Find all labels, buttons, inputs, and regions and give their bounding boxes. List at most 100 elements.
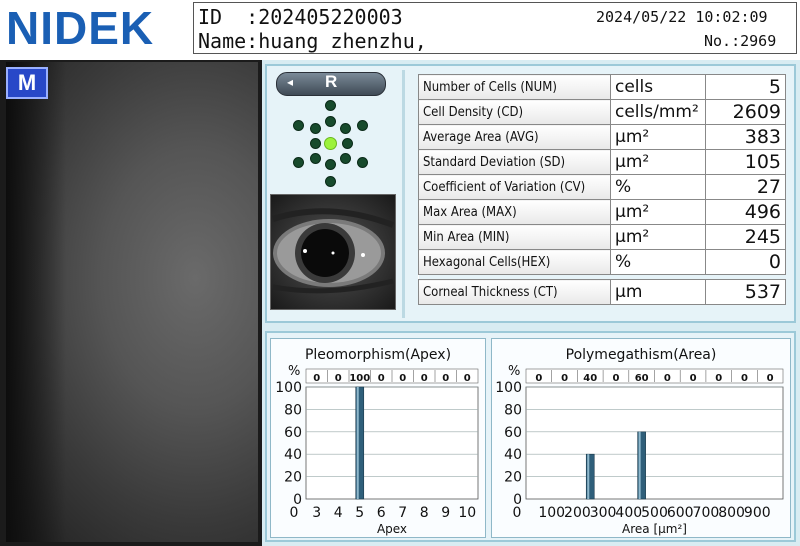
thickness-row-unit: µm <box>610 279 706 305</box>
top-value: 100 <box>349 373 370 384</box>
x-tick-label: 100 <box>538 505 565 521</box>
x-tick-label: 900 <box>744 505 771 521</box>
fixation-dot[interactable] <box>310 123 321 134</box>
stat-row-value: 105 <box>705 149 786 175</box>
stat-row-unit: µm² <box>610 124 706 150</box>
stat-row: Max Area (MAX) µm² 496 <box>418 199 786 225</box>
stat-row: Average Area (AVG) µm² 383 <box>418 124 786 150</box>
chart-title: Pleomorphism(Apex) <box>305 347 451 363</box>
top-value: 0 <box>442 373 449 384</box>
manual-mode-badge[interactable]: M <box>6 67 48 99</box>
stat-row-value: 383 <box>705 124 786 150</box>
polymegathism-chart-svg: Polymegathism(Area)%0204060801000 1002003… <box>495 347 784 536</box>
chart-title: Polymegathism(Area) <box>566 347 717 363</box>
stat-row-unit: cells/mm² <box>610 99 706 125</box>
thickness-row: Corneal Thickness (CT) µm 537 <box>418 279 786 305</box>
x-tick-label: 200 <box>564 505 591 521</box>
fixation-dot[interactable] <box>325 159 336 170</box>
patient-id: ID :202405220003 <box>198 5 403 29</box>
patient-info-box: ID :202405220003 2024/05/22 10:02:09 Nam… <box>193 2 797 54</box>
fixation-dot[interactable] <box>293 120 304 131</box>
fixation-dot[interactable] <box>357 157 368 168</box>
stat-row-unit: µm² <box>610 224 706 250</box>
stat-row-label: Number of Cells (NUM) <box>418 74 611 100</box>
top-value: 0 <box>464 373 471 384</box>
x-tick-label: 400 <box>615 505 642 521</box>
top-value: 0 <box>715 373 722 384</box>
fixation-dot[interactable] <box>310 138 321 149</box>
stat-row: Hexagonal Cells(HEX)% 0 <box>418 249 786 275</box>
top-value: 0 <box>767 373 774 384</box>
x-tick-label: 10 <box>458 505 476 521</box>
fixation-dot-active[interactable] <box>324 137 337 150</box>
stat-row: Cell Density (CD) cells/mm² 2609 <box>418 99 786 125</box>
bar-highlight <box>587 454 590 499</box>
exam-number: No.:2969 <box>704 32 777 50</box>
stat-row-label: Coefficient of Variation (CV) <box>418 174 611 200</box>
x-tick-label: 7 <box>398 505 407 521</box>
y-tick-label: 80 <box>504 402 522 418</box>
fixation-dot[interactable] <box>340 123 351 134</box>
stat-row-unit: cells <box>610 74 706 100</box>
patient-name: Name:huang zhenzhu, <box>198 29 427 53</box>
panel-divider <box>402 70 405 318</box>
top-value: 0 <box>313 373 320 384</box>
fixation-dot[interactable] <box>357 120 368 131</box>
top-value: 0 <box>664 373 671 384</box>
top-value: 0 <box>335 373 342 384</box>
stat-row-label: Standard Deviation (SD) <box>418 149 611 175</box>
x-tick-label: 5 <box>355 505 364 521</box>
fixation-dot[interactable] <box>340 153 351 164</box>
x-tick-label: 8 <box>420 505 429 521</box>
bar-highlight <box>638 431 641 499</box>
y-unit-label: % <box>288 364 300 379</box>
stat-row-value: 245 <box>705 224 786 250</box>
top-value: 0 <box>690 373 697 384</box>
x-tick-label: 0 <box>290 505 299 521</box>
exam-datetime: 2024/05/22 10:02:09 <box>596 8 768 26</box>
plot-area <box>525 386 784 500</box>
x-tick-label: 3 <box>312 505 321 521</box>
bar-highlight <box>356 387 359 499</box>
x-tick-label: 0 <box>513 505 522 521</box>
top-value: 60 <box>635 373 649 384</box>
stat-row-label: Min Area (MIN) <box>418 224 611 250</box>
x-tick-label: 800 <box>718 505 745 521</box>
top-value: 0 <box>535 373 542 384</box>
eye-illustration <box>271 195 395 309</box>
y-tick-label: 100 <box>495 380 522 396</box>
y-tick-label: 60 <box>284 425 302 441</box>
stat-row-value: 27 <box>705 174 786 200</box>
top-value: 0 <box>741 373 748 384</box>
left-arrow-icon: ◂ <box>287 75 294 89</box>
stat-row-label: Hexagonal Cells(HEX) <box>418 249 611 275</box>
y-tick-label: 40 <box>284 447 302 463</box>
eye-side-label: R <box>325 72 338 91</box>
top-value: 40 <box>583 373 597 384</box>
y-tick-label: 100 <box>275 380 302 396</box>
stat-row-label: Max Area (MAX) <box>418 199 611 225</box>
x-tick-label: 600 <box>667 505 694 521</box>
x-axis-label: Apex <box>377 522 407 536</box>
x-tick-label: 9 <box>441 505 450 521</box>
fixation-grid <box>290 100 370 190</box>
fixation-dot[interactable] <box>293 157 304 168</box>
stat-row-unit: µm² <box>610 149 706 175</box>
fixation-dot[interactable] <box>325 100 336 111</box>
top-value: 0 <box>421 373 428 384</box>
y-tick-label: 20 <box>284 470 302 486</box>
y-tick-label: 40 <box>504 447 522 463</box>
top-value: 0 <box>399 373 406 384</box>
top-value: 0 <box>378 373 385 384</box>
fixation-dot[interactable] <box>325 176 336 187</box>
stat-row: Coefficient of Variation (CV)% 27 <box>418 174 786 200</box>
fixation-dot[interactable] <box>310 153 321 164</box>
stat-row-unit: µm² <box>610 199 706 225</box>
pleomorphism-chart-svg: Pleomorphism(Apex)%0204060801000 3 4 5 6 7 8 9 1… <box>275 347 479 536</box>
nidek-logo: NIDEK <box>6 2 155 54</box>
fixation-dot[interactable] <box>342 138 353 149</box>
y-tick-label: 60 <box>504 425 522 441</box>
stat-row-value: 2609 <box>705 99 786 125</box>
stat-row: Number of Cells (NUM) cells 5 <box>418 74 786 100</box>
fixation-dot[interactable] <box>325 116 336 127</box>
